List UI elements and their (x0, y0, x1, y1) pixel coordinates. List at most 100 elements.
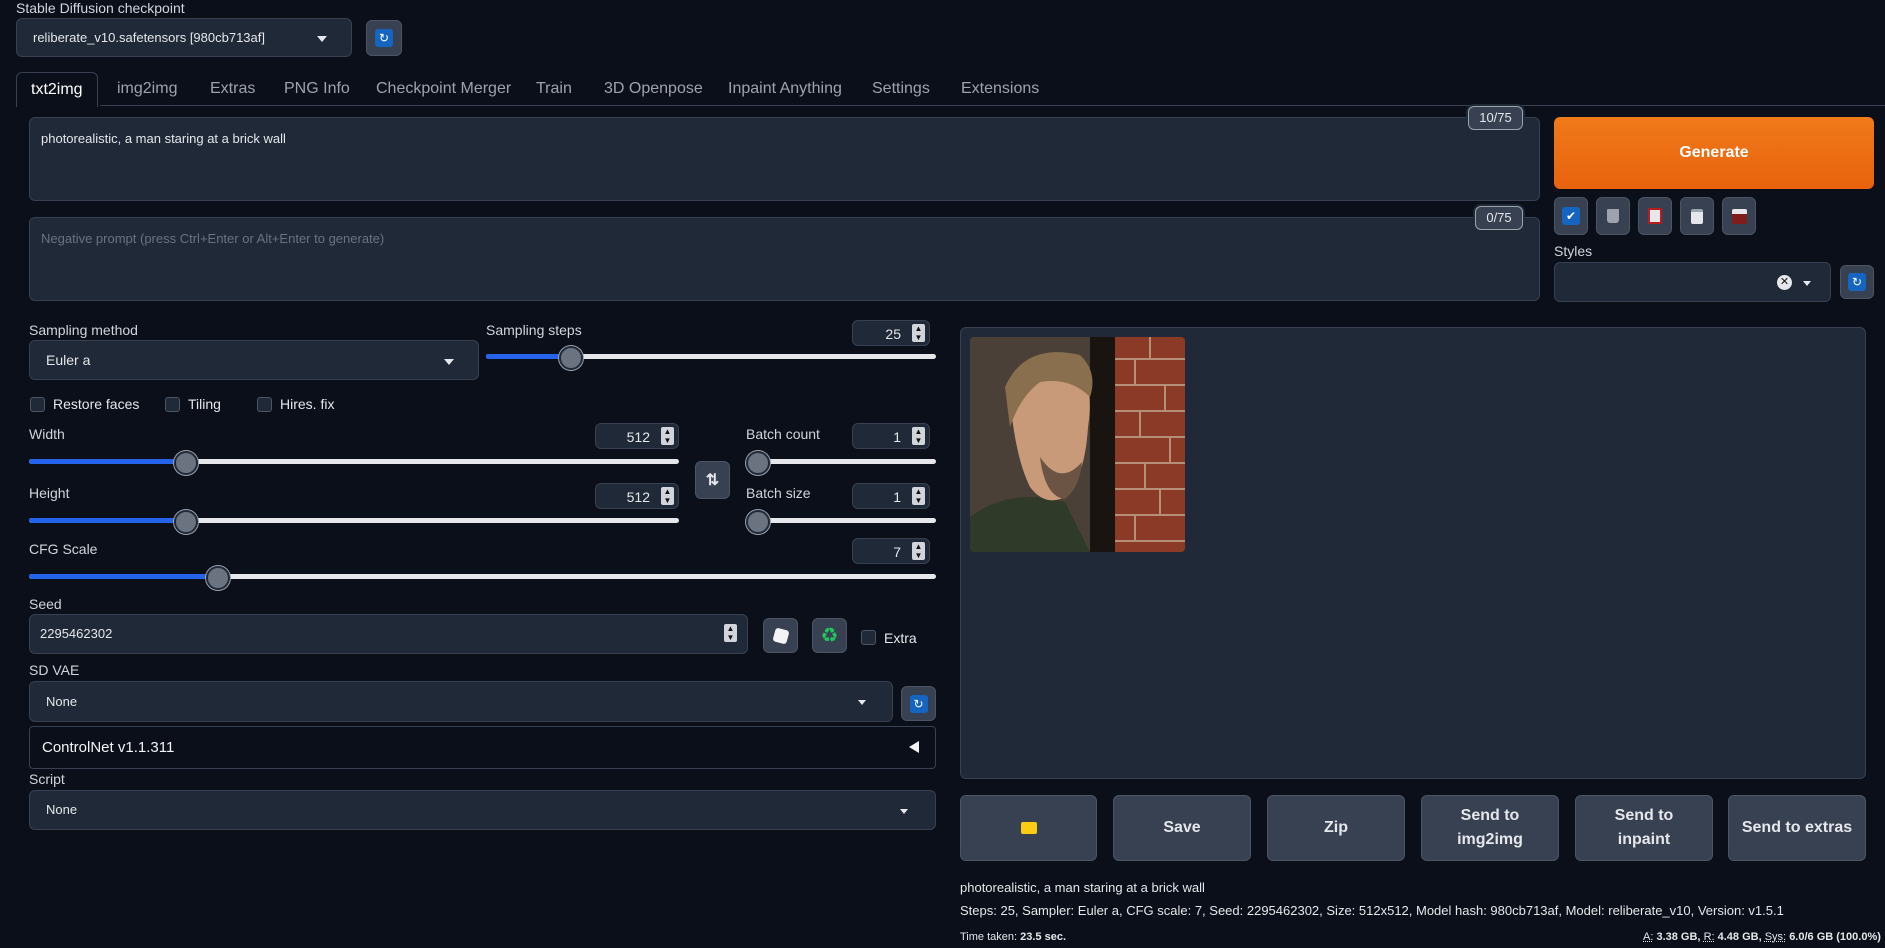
slider-thumb[interactable] (746, 451, 770, 475)
slider-thumb[interactable] (173, 510, 198, 534)
slider-thumb[interactable] (206, 566, 231, 590)
prompt-textarea[interactable]: photorealistic, a man staring at a brick… (29, 117, 1540, 201)
batch-count-slider[interactable] (746, 451, 936, 475)
save-button[interactable]: Save (1113, 795, 1251, 861)
slider-thumb[interactable] (746, 510, 770, 534)
batch-size-value: 1 (893, 489, 901, 505)
vram-system-value: 6.0/6 GB (100.0%) (1789, 931, 1881, 943)
tab-inpaint-anything[interactable]: Inpaint Anything (728, 72, 842, 106)
sampling-steps-input[interactable]: 25 ▲ ▼ (852, 320, 930, 346)
send-to-inpaint-button[interactable]: Send to inpaint (1575, 795, 1713, 861)
styles-dropdown[interactable]: ✕ (1554, 262, 1831, 302)
sd-vae-refresh-button[interactable]: ↻ (901, 686, 936, 721)
clear-prompt-button[interactable] (1596, 197, 1630, 235)
send-to-extras-label: Send to extras (1741, 819, 1853, 836)
slider-fill (486, 354, 563, 359)
sampling-steps-slider[interactable] (486, 346, 936, 370)
script-value: None (46, 802, 78, 817)
tiling-checkbox[interactable] (165, 397, 180, 412)
zip-button[interactable]: Zip (1267, 795, 1405, 861)
swap-dimensions-button[interactable]: ⇅ (695, 461, 730, 499)
open-folder-button[interactable] (960, 795, 1097, 861)
batch-count-value: 1 (893, 429, 901, 445)
send-to-extras-button[interactable]: Send to extras (1728, 795, 1866, 861)
height-slider[interactable] (29, 510, 679, 534)
script-label: Script (29, 771, 65, 787)
tab-png-info[interactable]: PNG Info (284, 72, 350, 106)
negative-prompt-placeholder: Negative prompt (press Ctrl+Enter or Alt… (41, 231, 385, 246)
stepper-icon[interactable]: ▲ ▼ (912, 427, 925, 445)
width-input[interactable]: 512 ▲ ▼ (595, 423, 679, 449)
show-extra-networks-button[interactable] (1638, 197, 1672, 235)
checkpoint-dropdown[interactable]: reliberate_v10.safetensors [980cb713af] (16, 18, 352, 57)
refresh-icon: ↻ (375, 29, 393, 47)
zip-button-label: Zip (1324, 819, 1348, 836)
seed-input[interactable]: 2295462302 ▲ ▼ (29, 614, 748, 654)
controlnet-accordion[interactable]: ControlNet v1.1.311 (29, 726, 936, 769)
width-slider[interactable] (29, 451, 679, 475)
tab-3d-openpose[interactable]: 3D Openpose (604, 72, 703, 106)
time-taken-label: Time taken: (960, 931, 1018, 943)
chevron-down-icon (444, 359, 454, 365)
sd-vae-dropdown[interactable]: None (29, 681, 893, 722)
tab-txt2img[interactable]: txt2img (16, 72, 98, 107)
stepper-icon[interactable]: ▲ ▼ (661, 427, 674, 445)
picture-icon (1648, 208, 1662, 224)
generated-image-thumbnail[interactable] (970, 337, 1185, 552)
seed-label: Seed (29, 596, 62, 612)
stepper-icon[interactable]: ▲ ▼ (724, 624, 737, 642)
negative-prompt-textarea[interactable]: Negative prompt (press Ctrl+Enter or Alt… (29, 217, 1540, 301)
reuse-seed-button[interactable]: ♻ (812, 618, 847, 653)
sd-vae-value: None (46, 694, 78, 709)
slider-thumb[interactable] (173, 451, 198, 475)
stepper-icon[interactable]: ▲ ▼ (912, 487, 925, 505)
batch-size-input[interactable]: 1 ▲ ▼ (852, 483, 930, 509)
restore-faces-checkbox[interactable] (30, 397, 45, 412)
stepper-icon[interactable]: ▲ ▼ (912, 324, 925, 342)
tab-extras[interactable]: Extras (210, 72, 255, 106)
generate-button[interactable]: Generate (1554, 117, 1874, 189)
checkpoint-refresh-button[interactable]: ↻ (366, 20, 402, 56)
script-dropdown[interactable]: None (29, 790, 936, 830)
cfg-scale-slider[interactable] (29, 566, 936, 590)
slider-thumb[interactable] (559, 346, 584, 370)
clear-icon: ✕ (1777, 275, 1792, 290)
apply-styles-button[interactable] (1680, 197, 1714, 235)
generate-label: Generate (1679, 144, 1749, 161)
interrupt-checkbox-button[interactable]: ✔ (1554, 197, 1588, 235)
checkmark-icon: ✔ (1562, 207, 1580, 225)
batch-count-input[interactable]: 1 ▲ ▼ (852, 423, 930, 449)
extra-seed-checkbox[interactable] (861, 630, 876, 645)
save-style-button[interactable] (1722, 197, 1756, 235)
tab-extensions[interactable]: Extensions (961, 72, 1039, 106)
tab-settings[interactable]: Settings (872, 72, 930, 106)
tiling-label: Tiling (188, 396, 221, 412)
batch-count-label: Batch count (746, 426, 820, 442)
trash-icon (1607, 209, 1619, 223)
slider-fill (29, 518, 179, 523)
tab-checkpoint-merger[interactable]: Checkpoint Merger (376, 72, 511, 106)
collapse-arrow-icon (909, 741, 919, 753)
batch-size-slider[interactable] (746, 510, 936, 534)
sampling-method-dropdown[interactable]: Euler a (29, 340, 479, 380)
height-input[interactable]: 512 ▲ ▼ (595, 483, 679, 509)
memory-usage: A: 3.38 GB, R: 4.48 GB, Sys: 6.0/6 GB (1… (1643, 931, 1881, 943)
random-seed-button[interactable] (763, 618, 798, 653)
tab-img2img[interactable]: img2img (117, 72, 177, 106)
stepper-icon[interactable]: ▲ ▼ (661, 487, 674, 505)
restore-faces-label: Restore faces (53, 396, 140, 412)
height-value: 512 (626, 489, 650, 505)
send-to-img2img-button[interactable]: Send to img2img (1421, 795, 1559, 861)
hires-fix-checkbox[interactable] (257, 397, 272, 412)
tab-train[interactable]: Train (536, 72, 572, 106)
chevron-down-icon (317, 36, 327, 42)
folder-icon (1020, 822, 1037, 834)
output-gallery (960, 327, 1866, 779)
cfg-scale-input[interactable]: 7 ▲ ▼ (852, 538, 930, 564)
save-icon (1731, 208, 1747, 224)
sampling-steps-label: Sampling steps (486, 322, 582, 338)
sampling-steps-value: 25 (885, 326, 901, 342)
stepper-icon[interactable]: ▲ ▼ (912, 542, 925, 560)
styles-refresh-button[interactable]: ↻ (1840, 265, 1874, 299)
dice-icon (771, 626, 790, 645)
